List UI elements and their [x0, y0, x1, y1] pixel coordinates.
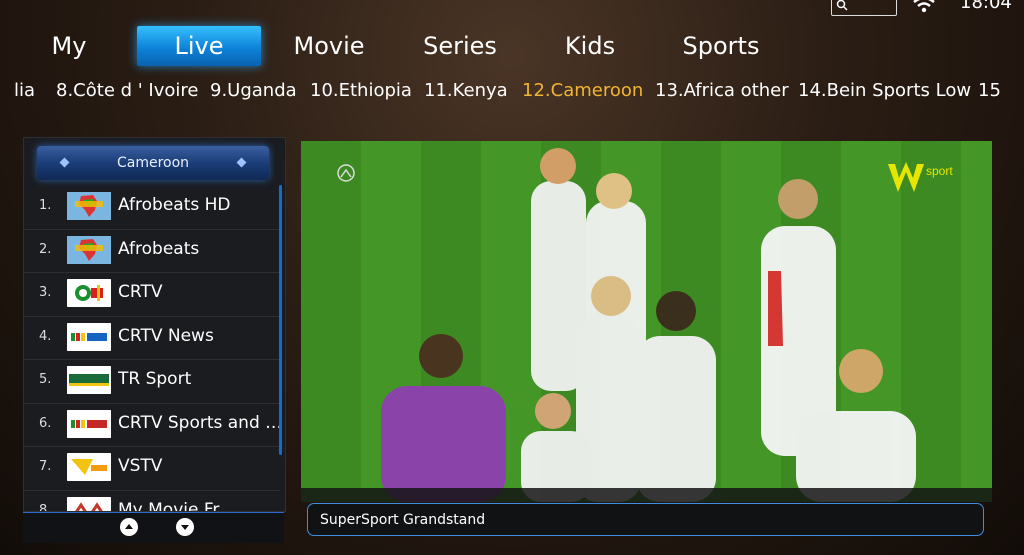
search-icon	[836, 0, 848, 11]
vstv-logo	[67, 453, 111, 481]
channel-brand-text: sport	[926, 164, 953, 178]
arrow-down-icon	[181, 525, 189, 530]
now-playing-title: SuperSport Grandstand	[320, 512, 486, 528]
category-item-active[interactable]: 12.Cameroon	[522, 80, 643, 101]
tab-my[interactable]: My	[40, 26, 98, 66]
channel-row[interactable]: 2. Afrobeats	[24, 230, 280, 273]
channel-list-panel: Cameroon 1. Afrobeats HD 2. Afrobeats 3.…	[23, 137, 286, 512]
category-item[interactable]: 10.Ethiopia	[310, 80, 412, 101]
channel-name: Afrobeats HD	[118, 195, 231, 215]
arrow-up-icon	[125, 524, 133, 529]
channel-name: VSTV	[118, 456, 163, 476]
category-item[interactable]: 14.Bein Sports Low	[798, 80, 971, 101]
channel-row[interactable]: 3. CRTV	[24, 273, 280, 317]
channel-list-scrollbar[interactable]	[279, 185, 282, 455]
tab-live[interactable]: Live	[137, 26, 261, 66]
category-title: Cameroon	[116, 155, 190, 171]
tr-sport-logo	[67, 366, 111, 394]
channel-name: My Movie Fr	[118, 499, 220, 512]
next-category-icon[interactable]	[236, 157, 247, 168]
scroll-up-button[interactable]	[120, 518, 138, 536]
channel-number: 2.	[39, 241, 52, 257]
category-selector[interactable]: Cameroon	[37, 146, 269, 180]
clock: 18:04	[960, 0, 1012, 13]
category-item[interactable]: 13.Africa other	[655, 80, 789, 101]
channel-row[interactable]: 7. VSTV	[24, 447, 280, 491]
channel-list: 1. Afrobeats HD 2. Afrobeats 3. CRTV 4.	[24, 186, 284, 512]
channel-row[interactable]: 8. My Movie Fr	[24, 491, 280, 512]
wifi-icon	[913, 0, 935, 13]
main-tabs: My Live Movie Series Kids Sports	[0, 20, 1024, 70]
channel-brand-logo: sport	[886, 158, 960, 198]
tab-series[interactable]: Series	[416, 26, 504, 66]
category-item[interactable]: 15	[978, 80, 1001, 101]
channel-row[interactable]: 5. TR Sport	[24, 360, 280, 404]
channel-name: TR Sport	[118, 369, 192, 389]
crtv-news-logo	[67, 322, 111, 351]
my-movie-logo	[67, 496, 111, 511]
channel-row[interactable]: 6. CRTV Sports and E..	[24, 404, 284, 447]
tab-kids[interactable]: Kids	[556, 26, 624, 66]
scroll-down-button[interactable]	[176, 518, 194, 536]
channel-list-footer	[23, 512, 284, 543]
channel-name: Afrobeats	[118, 238, 200, 259]
category-bar: lia 8.Côte d ' Ivoire 9.Uganda 10.Ethiop…	[0, 72, 1024, 112]
category-item[interactable]: 9.Uganda	[210, 80, 297, 101]
prev-category-icon[interactable]	[59, 157, 70, 168]
search-input[interactable]	[831, 0, 897, 16]
channel-number: 3.	[39, 285, 52, 300]
channel-number: 6.	[39, 415, 52, 431]
afrobeats-logo	[67, 192, 111, 220]
tab-sports[interactable]: Sports	[674, 26, 768, 66]
category-item[interactable]: 8.Côte d ' Ivoire	[56, 80, 198, 101]
afrobeats-logo	[67, 235, 111, 264]
player-info-strip	[301, 488, 992, 502]
channel-name: CRTV	[118, 282, 163, 302]
channel-number: 1.	[39, 198, 52, 213]
tab-movie[interactable]: Movie	[285, 26, 373, 66]
crtv-sports-logo	[67, 409, 111, 438]
channel-row[interactable]: 1. Afrobeats HD	[24, 186, 280, 230]
channel-row[interactable]: 4. CRTV News	[24, 317, 280, 360]
category-item[interactable]: 11.Kenya	[424, 80, 508, 101]
channel-name: CRTV Sports and E..	[118, 412, 284, 433]
referee-icon	[337, 164, 355, 182]
channel-number: 5.	[39, 372, 52, 387]
channel-number: 7.	[39, 459, 52, 474]
channel-number: 4.	[39, 328, 52, 344]
crtv-logo	[67, 279, 111, 307]
category-item[interactable]: lia	[14, 80, 35, 101]
channel-number: 8.	[39, 502, 52, 512]
now-playing-bar[interactable]: SuperSport Grandstand	[307, 503, 984, 536]
channel-name: CRTV News	[118, 325, 214, 346]
status-bar: 18:04	[0, 0, 1024, 20]
